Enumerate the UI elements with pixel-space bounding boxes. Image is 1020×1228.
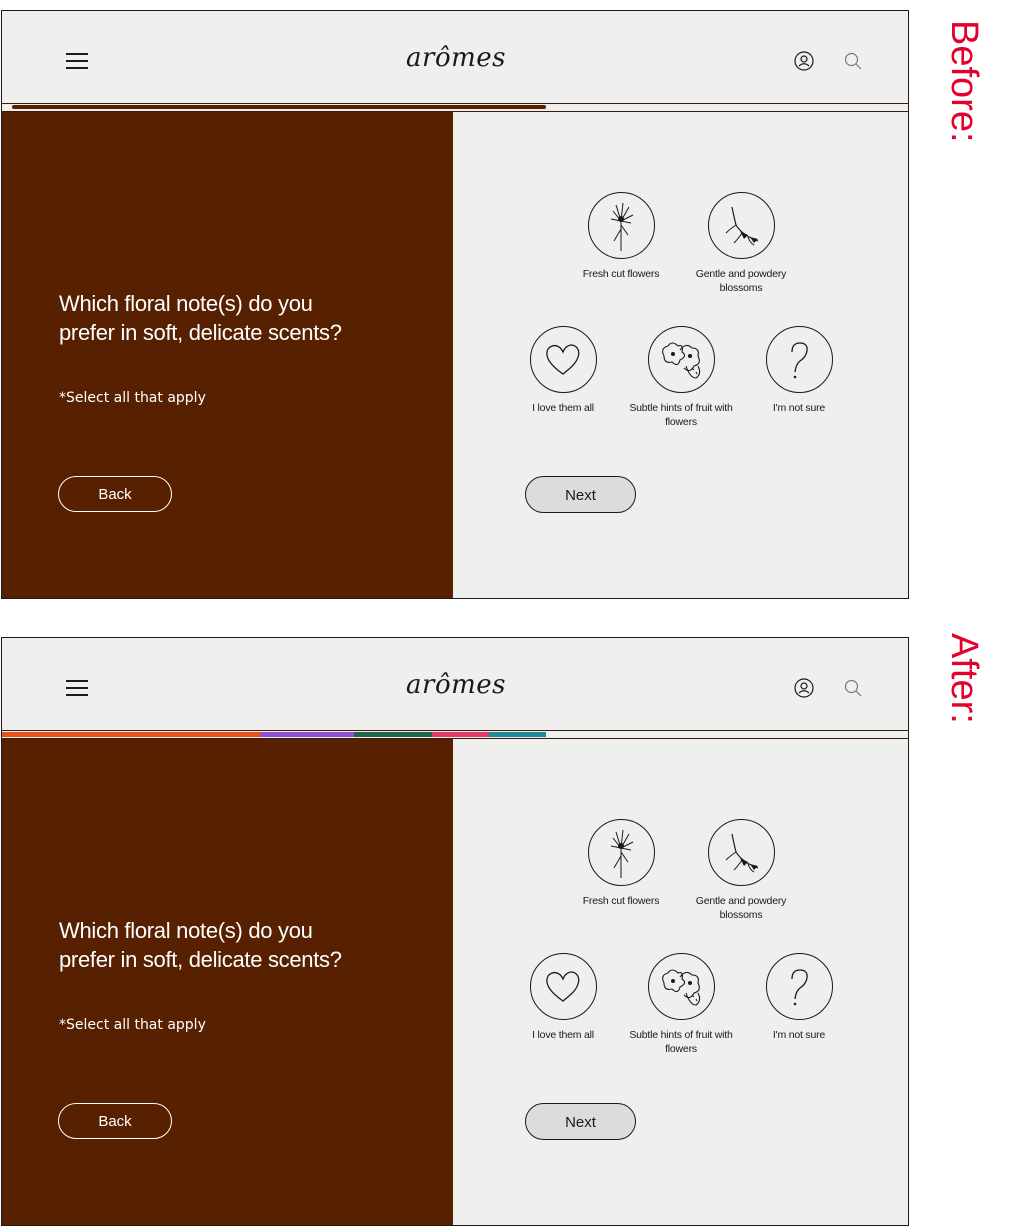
option-label: I love them all <box>532 1029 594 1041</box>
option-love-them-all[interactable]: I love them all <box>498 953 628 1042</box>
option-label: Subtle hints of fruit with flowers <box>629 1029 733 1055</box>
progress-segment <box>489 732 546 737</box>
progress-segment <box>354 732 432 737</box>
heart-icon <box>546 970 580 1002</box>
blossom-branch-icon <box>725 833 759 872</box>
question-panel: Which floral note(s) do you prefer in so… <box>2 739 453 1225</box>
progress-segment <box>2 732 261 737</box>
after-label: After: <box>943 633 985 724</box>
hamburger-menu-icon[interactable] <box>66 52 88 70</box>
progress-segment <box>432 732 489 737</box>
progress-bar <box>2 731 908 737</box>
option-label: I love them all <box>532 402 594 414</box>
next-button[interactable]: Next <box>525 1103 636 1140</box>
question-panel: Which floral note(s) do you prefer in so… <box>2 112 453 598</box>
options-panel: Fresh cut flowers Gentle and powdery blo… <box>453 739 908 1225</box>
question-title: Which floral note(s) do you prefer in so… <box>59 291 342 345</box>
blossom-branch-icon <box>725 206 759 245</box>
progress-bar <box>2 104 908 110</box>
option-fresh-cut-flowers[interactable]: Fresh cut flowers <box>556 192 686 281</box>
option-label: Gentle and powdery blossoms <box>695 268 787 294</box>
option-fresh-cut-flowers[interactable]: Fresh cut flowers <box>556 819 686 908</box>
option-label: Fresh cut flowers <box>582 268 660 280</box>
hamburger-menu-icon[interactable] <box>66 679 88 697</box>
progress-segment <box>261 732 354 737</box>
user-icon[interactable] <box>794 678 814 698</box>
question-hint: *Select all that apply <box>59 1017 206 1033</box>
question-hint: *Select all that apply <box>59 390 206 406</box>
option-label: Subtle hints of fruit with flowers <box>629 402 733 428</box>
option-label: Fresh cut flowers <box>582 895 660 907</box>
site-header: arômes <box>2 638 908 730</box>
before-label: Before: <box>943 20 985 143</box>
option-fruit-with-flowers[interactable]: Subtle hints of fruit with flowers <box>616 326 746 429</box>
option-not-sure[interactable]: I'm not sure <box>734 953 864 1042</box>
option-label: I'm not sure <box>772 1029 826 1041</box>
option-fruit-with-flowers[interactable]: Subtle hints of fruit with flowers <box>616 953 746 1056</box>
option-label: Gentle and powdery blossoms <box>695 895 787 921</box>
back-button[interactable]: Back <box>58 476 172 512</box>
after-screen: arômes Which floral note(s) do you prefe… <box>1 637 909 1226</box>
back-button[interactable]: Back <box>58 1103 172 1139</box>
brand-logo[interactable]: arômes <box>356 670 556 700</box>
search-icon[interactable] <box>844 52 862 70</box>
option-label: I'm not sure <box>772 402 826 414</box>
search-icon[interactable] <box>844 679 862 697</box>
fruit-flower-icon <box>662 341 701 379</box>
site-header: arômes <box>2 11 908 103</box>
heart-icon <box>546 343 580 375</box>
question-mark-icon <box>791 968 808 1005</box>
flower-stem-icon <box>610 202 634 251</box>
next-button[interactable]: Next <box>525 476 636 513</box>
user-icon[interactable] <box>794 51 814 71</box>
progress-bar-segments <box>2 732 546 737</box>
progress-bar-fill <box>12 105 546 109</box>
options-panel: Fresh cut flowers Gentle and powdery blo… <box>453 112 908 598</box>
flower-stem-icon <box>610 829 634 878</box>
option-not-sure[interactable]: I'm not sure <box>734 326 864 415</box>
option-gentle-powdery-blossoms[interactable]: Gentle and powdery blossoms <box>676 192 806 295</box>
question-mark-icon <box>791 341 808 378</box>
before-screen: arômes Which floral note(s) do you prefe… <box>1 10 909 599</box>
option-gentle-powdery-blossoms[interactable]: Gentle and powdery blossoms <box>676 819 806 922</box>
question-title: Which floral note(s) do you prefer in so… <box>59 918 342 972</box>
option-love-them-all[interactable]: I love them all <box>498 326 628 415</box>
fruit-flower-icon <box>662 968 701 1006</box>
brand-logo[interactable]: arômes <box>356 43 556 73</box>
